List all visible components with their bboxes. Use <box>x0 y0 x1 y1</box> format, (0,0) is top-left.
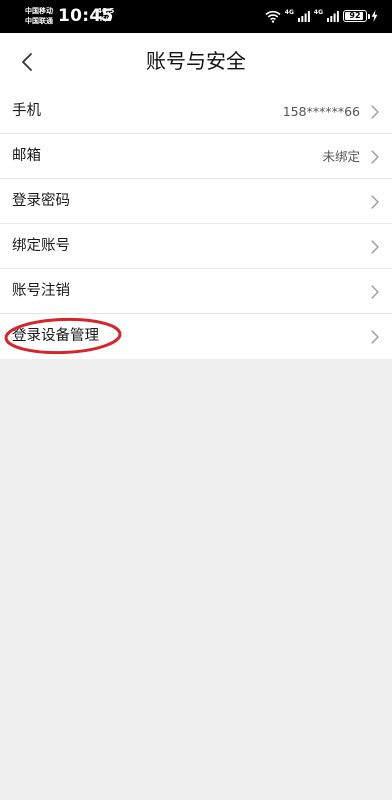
signal-icon <box>327 11 339 22</box>
chevron-right-icon <box>371 195 379 209</box>
settings-item-value: 未绑定 <box>322 149 360 164</box>
chevron-right-icon <box>371 285 379 299</box>
navigation-header: 账号与安全 <box>0 33 392 89</box>
network-type-1: 4G <box>284 8 294 16</box>
page-title: 账号与安全 <box>146 49 246 73</box>
settings-item-value: 158******66 <box>282 104 360 119</box>
settings-item-label: 登录设备管理 <box>12 328 99 344</box>
signal-icon <box>297 11 310 22</box>
network-type-2: 4G <box>313 8 323 16</box>
charging-bolt-icon <box>371 10 378 22</box>
settings-item-email[interactable]: 邮箱 未绑定 <box>0 134 392 179</box>
settings-item-label: 绑定账号 <box>12 238 70 254</box>
network-speed: 46.5 K/s <box>97 7 114 23</box>
carrier-2: 中国联通 <box>25 17 53 25</box>
status-bar: 中国移动 中国联通 10:45 46.5 K/s 4G 4G 92 <box>0 0 392 33</box>
settings-item-account-deletion[interactable]: 账号注销 <box>0 269 392 314</box>
chevron-right-icon <box>371 330 379 344</box>
settings-list: 手机 158******66 邮箱 未绑定 登录密码 绑定账号 账号注销 登录设… <box>0 89 392 359</box>
carrier-names: 中国移动 中国联通 <box>25 6 53 26</box>
chevron-right-icon <box>371 240 379 254</box>
settings-item-label: 账号注销 <box>12 283 70 299</box>
settings-item-login-devices[interactable]: 登录设备管理 <box>0 314 392 359</box>
battery-tip <box>368 14 370 19</box>
battery-percent: 92 <box>349 11 361 20</box>
network-speed-unit: K/s <box>99 15 112 23</box>
battery-icon: 92 <box>343 10 370 22</box>
settings-item-label: 邮箱 <box>12 148 41 164</box>
settings-item-login-password[interactable]: 登录密码 <box>0 179 392 224</box>
carrier-1: 中国移动 <box>25 7 53 15</box>
settings-item-label: 手机 <box>12 103 41 119</box>
chevron-right-icon <box>371 150 379 164</box>
status-icons: 4G 4G 92 <box>265 8 378 24</box>
network-speed-value: 46.5 <box>97 7 115 15</box>
settings-item-phone[interactable]: 手机 158******66 <box>0 89 392 134</box>
wifi-icon <box>265 10 281 23</box>
chevron-right-icon <box>371 105 379 119</box>
settings-item-label: 登录密码 <box>12 193 70 209</box>
settings-item-linked-accounts[interactable]: 绑定账号 <box>0 224 392 269</box>
